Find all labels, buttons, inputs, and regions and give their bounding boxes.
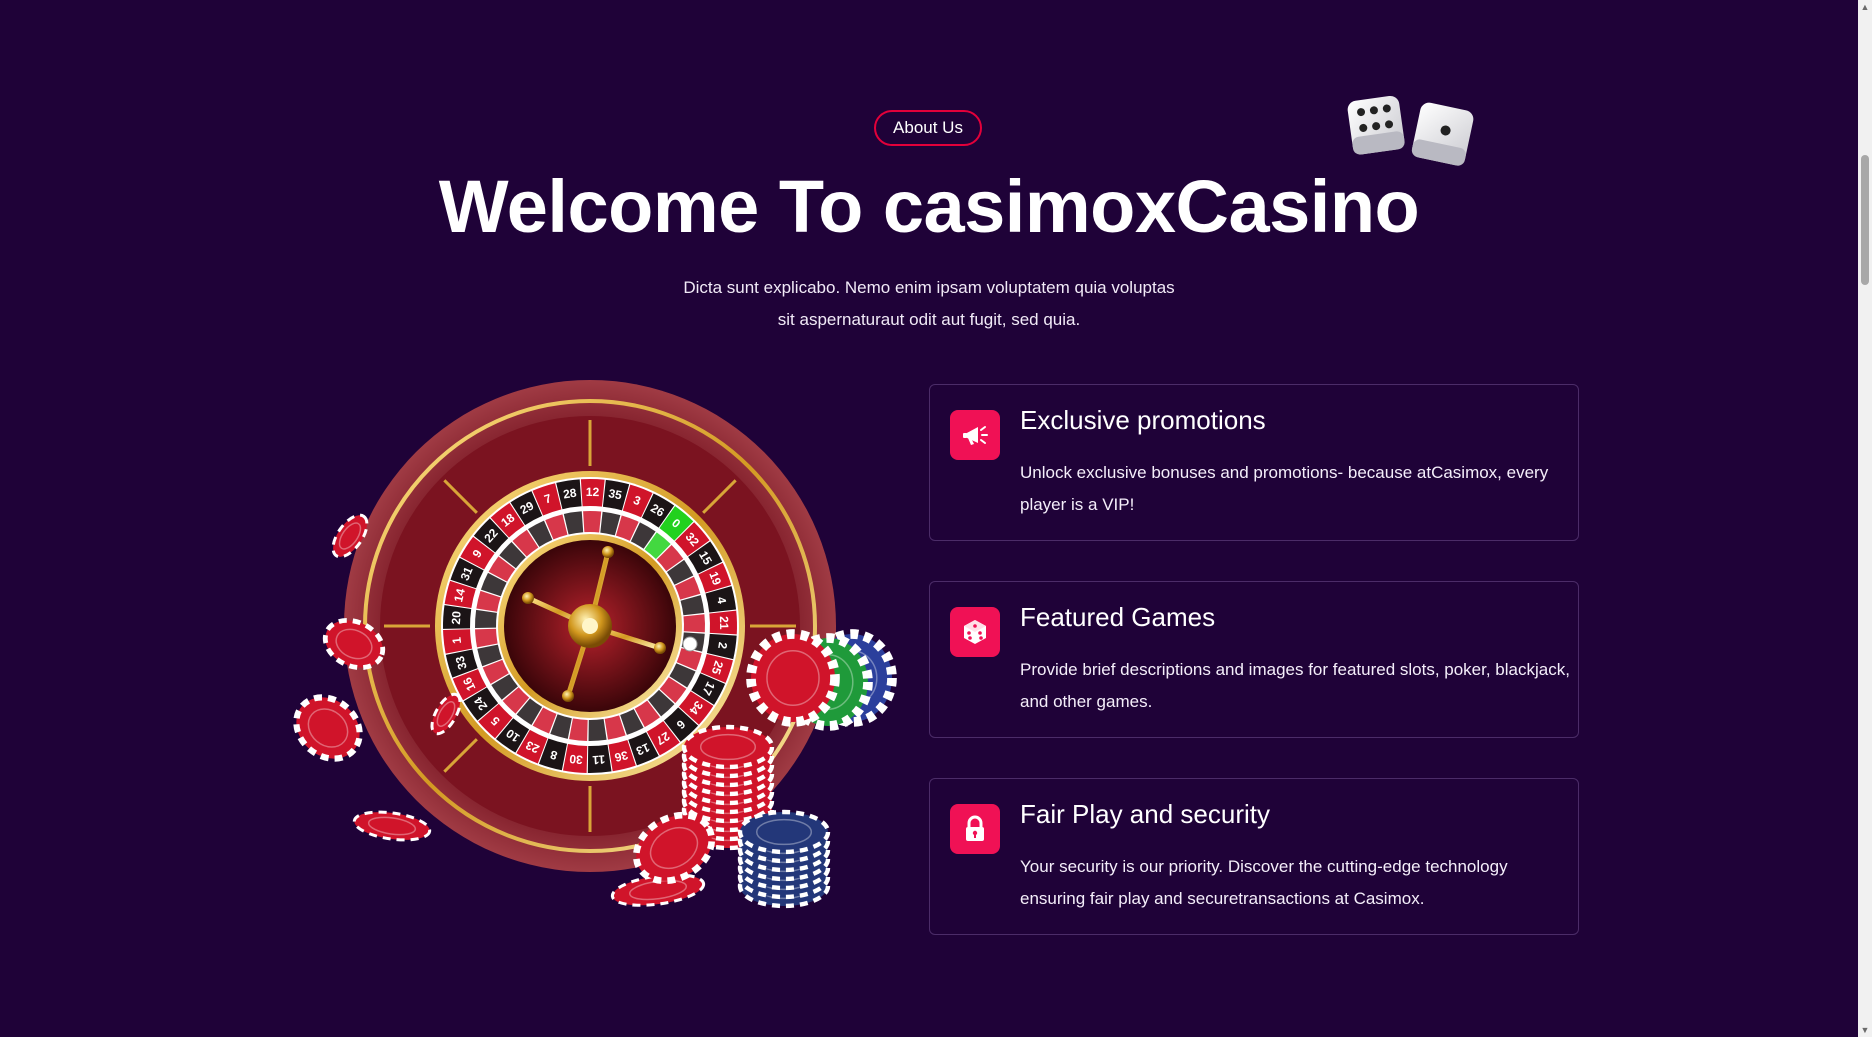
- scroll-down-arrow-icon[interactable]: ▼: [1858, 1023, 1872, 1037]
- about-us-badge-label: About Us: [893, 118, 963, 137]
- feature-description: Your security is our priority. Discover …: [1020, 857, 1508, 908]
- casino-chip: [352, 810, 432, 842]
- page-title: Welcome To casimoxCasino: [438, 165, 1420, 248]
- die-left: [1347, 95, 1405, 155]
- feature-title: Featured Games: [1020, 602, 1216, 632]
- roulette-number: 21: [717, 616, 731, 630]
- intro-text-line2: sit aspernaturaut odit aut fugit, sed qu…: [777, 310, 1081, 329]
- intro-text: Dicta sunt explicabo. Nemo enim ipsam vo…: [629, 272, 1229, 336]
- dice-icon: [950, 607, 1000, 657]
- page: About Us Welcome To casimoxCasino Dicta …: [0, 0, 1872, 1037]
- roulette-number: 20: [449, 610, 464, 625]
- intro-text-line1: Dicta sunt explicabo. Nemo enim ipsam vo…: [683, 278, 1175, 297]
- roulette-slot: [583, 511, 602, 533]
- casino-chip: [681, 724, 775, 770]
- roulette-slot: [475, 609, 497, 629]
- roulette-ball: [682, 636, 698, 652]
- feature-title: Fair Play and security: [1020, 799, 1270, 829]
- scroll-up-arrow-icon[interactable]: ▲: [1858, 0, 1872, 14]
- feature-card-security[interactable]: Fair Play and security Your security is …: [929, 778, 1579, 935]
- feature-title: Exclusive promotions: [1020, 405, 1266, 435]
- roulette-number: 11: [592, 752, 606, 767]
- die-right: [1411, 102, 1474, 166]
- feature-card-promotions[interactable]: Exclusive promotions Unlock exclusive bo…: [929, 384, 1579, 541]
- roulette-number: 30: [568, 752, 583, 767]
- casino-chip: [737, 809, 831, 855]
- scrollbar-thumb[interactable]: [1861, 155, 1869, 285]
- casino-chip: [746, 629, 840, 727]
- megaphone-icon: [950, 410, 1000, 460]
- roulette-illustration: 0 32 15 19 4 21 2 25 17 34 6 27 13 36 11 30 8 23 10 5 24 16 33…: [288, 378, 928, 958]
- about-us-badge[interactable]: About Us: [874, 110, 982, 146]
- feature-card-games[interactable]: Featured Games Provide brief description…: [929, 581, 1579, 738]
- feature-description: Provide brief descriptions and images fo…: [1020, 660, 1570, 711]
- roulette-slot: [683, 614, 705, 633]
- page-scrollbar[interactable]: ▲ ▼: [1858, 0, 1872, 1037]
- roulette-number: 12: [586, 485, 600, 499]
- feature-description: Unlock exclusive bonuses and promotions-…: [1020, 463, 1549, 514]
- lock-icon: [950, 804, 1000, 854]
- roulette-slot: [588, 719, 607, 741]
- roulette-number: 28: [562, 486, 578, 502]
